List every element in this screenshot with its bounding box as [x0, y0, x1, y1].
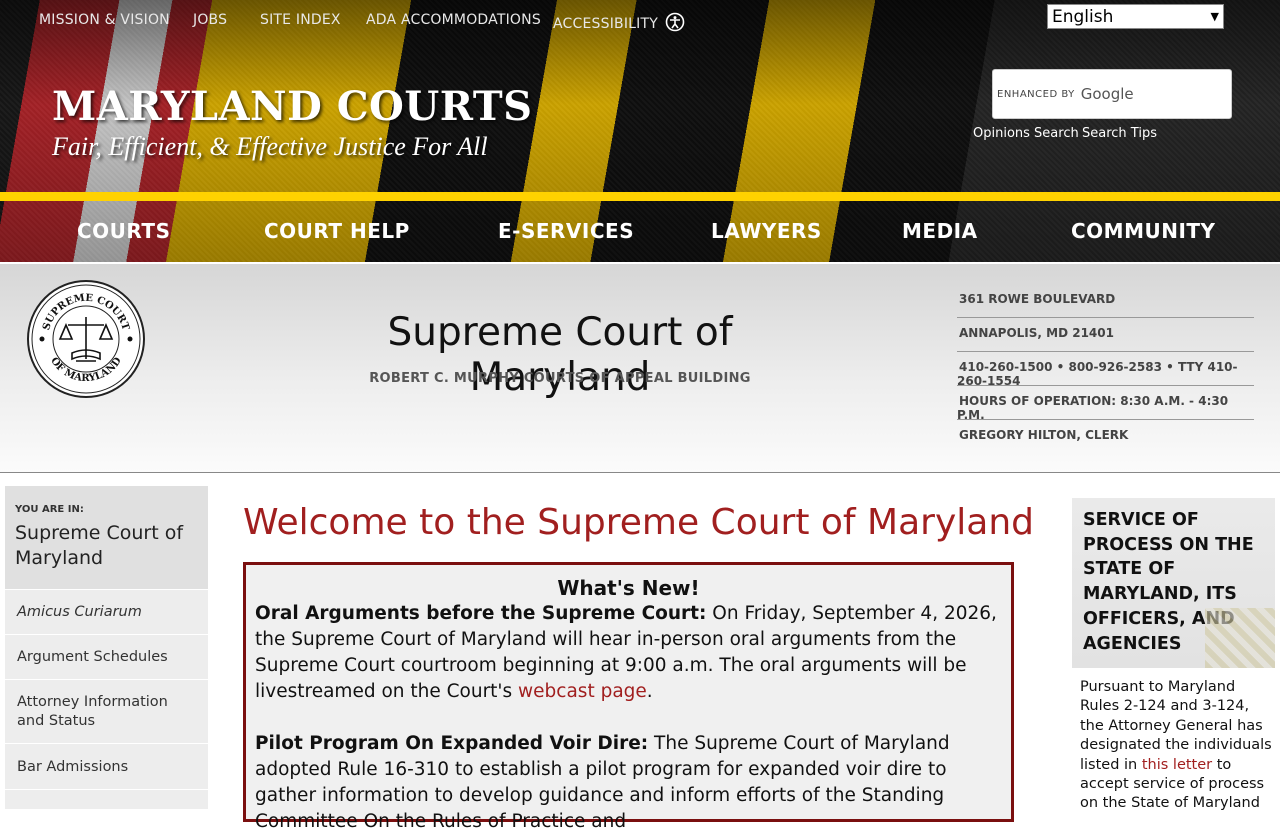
opinions-search-link[interactable]: Opinions Search	[973, 126, 1079, 141]
jobs-link[interactable]: JOBS	[193, 12, 227, 28]
service-of-process-text: Pursuant to Maryland Rules 2-124 and 3-1…	[1080, 678, 1275, 814]
you-are-in-box: YOU ARE IN: Supreme Court of Maryland	[5, 486, 208, 589]
news-item-voir-dire: Pilot Program On Expanded Voir Dire: The…	[255, 731, 1002, 835]
contact-hours: HOURS OF OPERATION: 8:30 A.M. - 4:30 P.M…	[957, 394, 1254, 422]
news-item-text-end: .	[646, 681, 653, 702]
nav-courts[interactable]: COURTS	[77, 219, 170, 243]
site-index-link[interactable]: SITE INDEX	[260, 12, 341, 28]
this-letter-link[interactable]: this letter	[1142, 757, 1212, 773]
nav-e-services[interactable]: E-SERVICES	[498, 219, 634, 243]
sidebar-item-attorney-information[interactable]: Attorney Information and Status	[5, 679, 208, 743]
webcast-page-link[interactable]: webcast page	[518, 681, 647, 702]
language-select[interactable]: English ▼	[1047, 4, 1224, 29]
mission-vision-link[interactable]: MISSION & VISION	[39, 12, 170, 28]
current-section: Supreme Court of Maryland	[15, 522, 184, 569]
contact-phones: 410-260-1500 • 800-926-2583 • TTY 410-26…	[957, 360, 1254, 388]
sidebar-item-argument-schedules[interactable]: Argument Schedules	[5, 634, 208, 679]
site-name: MARYLAND COURTS	[52, 83, 533, 130]
sidebar-item-amicus-curiarum[interactable]: Amicus Curiarum	[5, 589, 208, 634]
welcome-heading: Welcome to the Supreme Court of Maryland	[243, 502, 1034, 543]
nav-lawyers[interactable]: LAWYERS	[711, 219, 822, 243]
accessibility-icon	[665, 12, 685, 32]
sidebar-item-label: Attorney Information and Status	[17, 693, 168, 729]
chevron-down-icon: ▼	[1210, 10, 1219, 23]
header-divider	[0, 192, 1280, 201]
main-nav: COURTS COURT HELP E-SERVICES LAWYERS MED…	[0, 201, 1280, 262]
contact-clerk: GREGORY HILTON, CLERK	[957, 428, 1254, 453]
you-are-in-label: YOU ARE IN:	[15, 504, 84, 515]
contact-city: ANNAPOLIS, MD 21401	[957, 326, 1254, 352]
service-of-process-heading[interactable]: SERVICE OF PROCESS ON THE STATE OF MARYL…	[1072, 498, 1275, 668]
nav-community[interactable]: COMMUNITY	[1071, 219, 1216, 243]
site-tagline: Fair, Efficient, & Effective Justice For…	[52, 132, 488, 161]
brand-logo[interactable]: MARYLAND COURTS Fair, Efficient, & Effec…	[52, 86, 532, 162]
language-select-value: English	[1052, 6, 1114, 27]
contact-city-text: ANNAPOLIS, MD 21401	[959, 326, 1114, 340]
contact-clerk-text: GREGORY HILTON, CLERK	[959, 428, 1129, 442]
court-seal: SUPREME COURT OF MARYLAND	[26, 279, 146, 399]
page-title: Supreme Court of Maryland	[387, 310, 733, 400]
sidebar-item-label: Bar Admissions	[17, 758, 129, 775]
search-input[interactable]: ENHANCED BY Google	[992, 69, 1232, 119]
google-logo: Google	[1080, 85, 1134, 103]
whats-new-title: What's New!	[557, 576, 700, 600]
accessibility-link[interactable]: ACCESSIBILITY	[553, 12, 685, 32]
contact-hours-text: HOURS OF OPERATION: 8:30 A.M. - 4:30 P.M…	[957, 394, 1229, 422]
contact-address: 361 ROWE BOULEVARD	[957, 292, 1254, 318]
service-of-process-title: SERVICE OF PROCESS ON THE STATE OF MARYL…	[1083, 510, 1254, 654]
nav-court-help[interactable]: COURT HELP	[264, 219, 410, 243]
court-building: ROBERT C. MURPHY COURTS OF APPEAL BUILDI…	[369, 371, 751, 386]
accessibility-link-label: ACCESSIBILITY	[553, 16, 658, 32]
whats-new-box: What's New! Oral Arguments before the Su…	[243, 562, 1014, 832]
sidebar-item-bar-admissions[interactable]: Bar Admissions	[5, 743, 208, 789]
contact-address-text: 361 ROWE BOULEVARD	[959, 292, 1116, 306]
nav-media[interactable]: MEDIA	[902, 219, 978, 243]
sidebar-item-label: Argument Schedules	[17, 649, 168, 665]
news-item-title: Pilot Program On Expanded Voir Dire:	[255, 733, 649, 754]
search-enhanced-label: ENHANCED BY	[997, 88, 1075, 100]
contact-phones-text[interactable]: 410-260-1500 • 800-926-2583 • TTY 410-26…	[957, 360, 1238, 388]
search-tips-link[interactable]: Search Tips	[1082, 126, 1157, 141]
section-sidebar: YOU ARE IN: Supreme Court of Maryland Am…	[5, 486, 208, 809]
news-item-title: Oral Arguments before the Supreme Court:	[255, 603, 707, 624]
sidebar-item-next[interactable]	[5, 789, 208, 809]
sidebar-item-label: Amicus Curiarum	[17, 604, 142, 620]
news-item-oral-arguments: Oral Arguments before the Supreme Court:…	[255, 601, 1002, 705]
ada-accommodations-link[interactable]: ADA ACCOMMODATIONS	[366, 12, 541, 28]
